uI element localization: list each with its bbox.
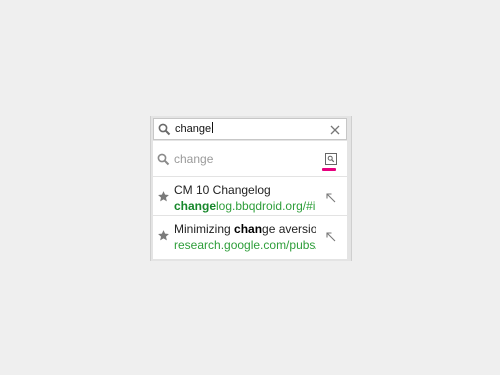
suggestion-query-row[interactable]: change	[153, 141, 347, 177]
search-query-text: change	[175, 123, 212, 135]
list-item[interactable]: CM 10 Changelog changelog.bbqdroid.org/#…	[153, 177, 347, 216]
suggestion-title: Minimizing change aversion	[174, 222, 316, 236]
star-icon	[157, 229, 170, 247]
suggestion-dropdown: change CM 10 Changelog changelog.bbqdroi…	[153, 141, 347, 259]
close-icon[interactable]	[329, 123, 341, 141]
search-icon	[157, 153, 170, 171]
suggestion-url: research.google.com/pubs/	[174, 238, 316, 252]
suggestion-title: CM 10 Changelog	[174, 183, 271, 197]
star-icon	[157, 190, 170, 208]
text-cursor	[212, 122, 214, 133]
search-icon	[158, 123, 171, 141]
selection-indicator	[322, 168, 336, 171]
search-input[interactable]: change	[175, 122, 214, 136]
arrow-up-left-icon[interactable]	[325, 190, 336, 208]
suggestion-query-text: change	[174, 152, 214, 166]
suggestion-url: changelog.bbqdroid.org/#i9	[174, 199, 316, 213]
list-item[interactable]: Minimizing change aversion research.goog…	[153, 216, 347, 255]
arrow-up-left-icon[interactable]	[325, 229, 336, 247]
search-bar[interactable]: change	[153, 118, 347, 140]
